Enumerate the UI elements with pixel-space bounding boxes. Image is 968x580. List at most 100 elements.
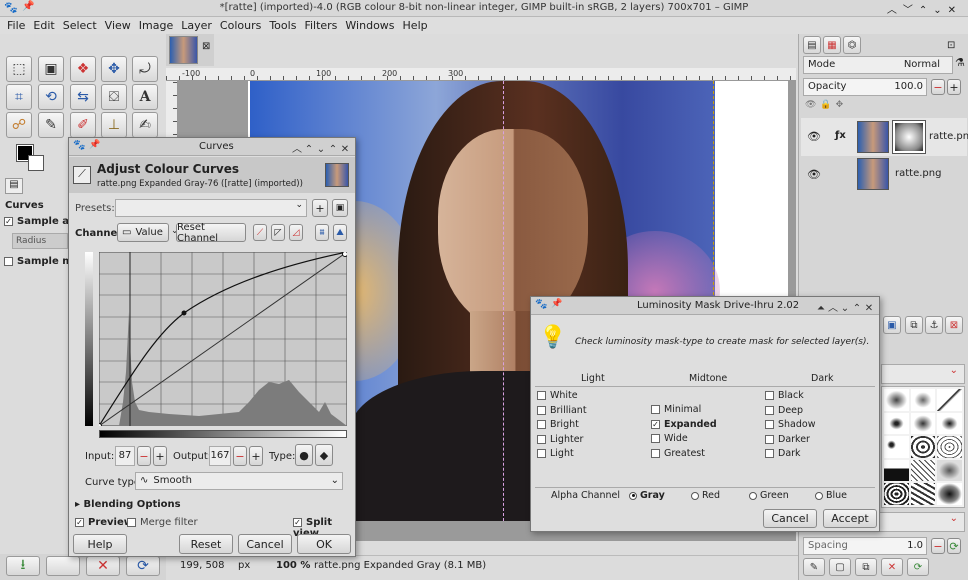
cancel-button[interactable]: Cancel — [238, 534, 292, 554]
brush-icon[interactable] — [910, 389, 936, 411]
merge-filter-checkbox[interactable]: Merge filter — [127, 517, 198, 528]
add-preset-button[interactable]: + — [312, 199, 328, 217]
text-tool-icon[interactable]: A — [132, 84, 158, 110]
opacity-row[interactable]: Opacity 100.0 — [803, 78, 927, 96]
mode-reset-icon[interactable]: ⚗ — [955, 56, 965, 69]
output-minus-button[interactable]: − — [233, 446, 247, 466]
preset-menu-button[interactable]: ▣ — [332, 199, 348, 217]
mask-shadow-checkbox[interactable]: Shadow — [765, 418, 816, 433]
brush-icon[interactable] — [937, 412, 962, 435]
window-buttons[interactable]: ⏶ ︿ ⌄ ⌃ ✕ — [815, 299, 875, 314]
brush-icon[interactable] — [937, 483, 962, 505]
ok-button[interactable]: OK — [297, 534, 351, 554]
histogram-linear-icon[interactable]: ⩩ — [315, 224, 329, 241]
mask-light-checkbox[interactable]: Light — [537, 447, 587, 462]
mode-row[interactable]: Mode Normal — [803, 56, 953, 74]
flip-tool-icon[interactable]: ⇆ — [70, 84, 96, 110]
input-field[interactable]: 87 — [115, 446, 135, 466]
opacity-plus-button[interactable]: + — [947, 79, 961, 95]
duplicate-icon[interactable] — [46, 556, 80, 576]
menu-layer[interactable]: Layer — [181, 17, 212, 34]
color-picker-icon[interactable]: ✎ — [38, 112, 64, 138]
refresh-brush-icon[interactable]: ⟳ — [907, 558, 929, 576]
brush-icon[interactable] — [910, 459, 936, 482]
curve-control-point[interactable] — [181, 310, 187, 316]
visibility-eye-icon[interactable]: 👁 — [807, 168, 821, 181]
type-smooth-button[interactable]: ● — [295, 444, 313, 466]
output-field[interactable]: 167 — [209, 446, 231, 466]
brush-icon[interactable] — [884, 389, 909, 411]
curves-graph[interactable] — [99, 252, 347, 426]
blending-options-expander[interactable]: ▸ Blending Options — [75, 499, 181, 510]
radius-field[interactable]: Radius — [12, 233, 68, 249]
brush-icon[interactable] — [884, 459, 909, 482]
visibility-eye-icon[interactable]: 👁 — [807, 130, 821, 143]
menu-select[interactable]: Select — [63, 17, 97, 34]
curve-endpoint[interactable] — [342, 252, 348, 257]
anchor-icon[interactable]: ⚓ — [925, 316, 943, 334]
spacing-row[interactable]: Spacing 1.0 — [803, 537, 927, 555]
mask-darker-checkbox[interactable]: Darker — [765, 433, 816, 448]
tool-options-tab-icon[interactable]: ▤ — [5, 178, 23, 194]
mask-dark-checkbox[interactable]: Dark — [765, 447, 816, 462]
warp-tool-icon[interactable]: ⤾ — [132, 56, 158, 82]
spacing-minus-button[interactable]: − — [931, 538, 945, 554]
free-select-tool-icon[interactable]: ▣ — [38, 56, 64, 82]
mask-black-checkbox[interactable]: Black — [765, 389, 816, 404]
mask-deep-checkbox[interactable]: Deep — [765, 404, 816, 419]
mask-brilliant-checkbox[interactable]: Brilliant — [537, 404, 587, 419]
help-button[interactable]: Help — [73, 534, 127, 554]
zoom-select[interactable]: 100 % — [276, 556, 310, 576]
smudge-tool-icon[interactable]: ☍ — [6, 112, 32, 138]
channel-gray-radio[interactable]: Gray — [629, 488, 665, 504]
lumi-cancel-button[interactable]: Cancel — [763, 509, 817, 528]
menu-file[interactable]: File — [7, 17, 25, 34]
export-icon[interactable]: ⭳ — [6, 556, 40, 576]
window-buttons[interactable]: ︿ ⌃ ⌄ ⌃ ✕ — [291, 140, 351, 155]
preview-checkbox[interactable]: ✓ Preview — [75, 517, 133, 528]
mask-wide-checkbox[interactable]: Wide — [651, 432, 717, 447]
image-tab[interactable]: ⊠ — [166, 34, 214, 66]
brush-icon[interactable] — [884, 483, 909, 505]
brushes-header[interactable]: ⌄ — [881, 364, 965, 384]
move-tool-icon[interactable]: ✥ — [101, 56, 127, 82]
curve-log-icon[interactable]: ◸ — [271, 224, 285, 241]
title-controls[interactable]: ︿﹀⌃⌄✕ — [887, 1, 962, 16]
rect-select-tool-icon[interactable]: ⬚ — [6, 56, 32, 82]
raise-layer-icon[interactable]: ⧉ — [905, 316, 923, 334]
edit-brush-icon[interactable]: ✎ — [803, 558, 825, 576]
output-plus-button[interactable]: + — [249, 446, 263, 466]
channel-select[interactable]: ▭ Value — [117, 223, 169, 242]
brush-icon[interactable] — [937, 459, 962, 482]
presets-combo[interactable]: ⌄ — [115, 199, 307, 217]
input-minus-button[interactable]: − — [137, 446, 151, 466]
paths-tab-icon[interactable]: ⏣ — [843, 36, 861, 54]
reset-button[interactable]: Reset — [179, 534, 233, 554]
brush-icon[interactable] — [884, 436, 909, 458]
menu-edit[interactable]: Edit — [33, 17, 54, 34]
dock-menu-icon[interactable]: ⊡ — [947, 40, 955, 51]
mask-minimal-checkbox[interactable]: Minimal — [651, 403, 717, 418]
mask-lighter-checkbox[interactable]: Lighter — [537, 433, 587, 448]
duplicate-brush-icon[interactable]: ⧉ — [855, 558, 877, 576]
pin-icon[interactable]: 📌 — [551, 299, 562, 309]
pin-icon[interactable]: 📌 — [89, 140, 100, 150]
channel-blue-radio[interactable]: Blue — [815, 488, 847, 504]
close-image-icon[interactable]: ⊠ — [202, 41, 210, 52]
delete-layer-icon[interactable]: ⊠ — [945, 316, 963, 334]
reset-channel-button[interactable]: Reset Channel — [176, 222, 246, 244]
mask-expanded-checkbox[interactable]: ✓ Expanded — [651, 418, 717, 433]
brush-icon[interactable] — [910, 436, 936, 458]
menu-filters[interactable]: Filters — [304, 17, 337, 34]
curve-exp-icon[interactable]: ◿ — [289, 224, 303, 241]
brush-icon[interactable] — [910, 483, 936, 505]
mask-bright-checkbox[interactable]: Bright — [537, 418, 587, 433]
brush-grid[interactable] — [881, 386, 965, 508]
clone-tool-icon[interactable]: ⊥ — [101, 112, 127, 138]
mask-greatest-checkbox[interactable]: Greatest — [651, 447, 717, 462]
dock-bottom-icons[interactable]: ✎ ▢ ⧉ ✕ ⟳ — [803, 558, 965, 578]
unit-select[interactable]: px — [238, 556, 250, 576]
new-brush-icon[interactable]: ▢ — [829, 558, 851, 576]
reset-icon[interactable]: ⟳ — [126, 556, 160, 576]
unified-transform-icon[interactable]: ⟲ — [38, 84, 64, 110]
